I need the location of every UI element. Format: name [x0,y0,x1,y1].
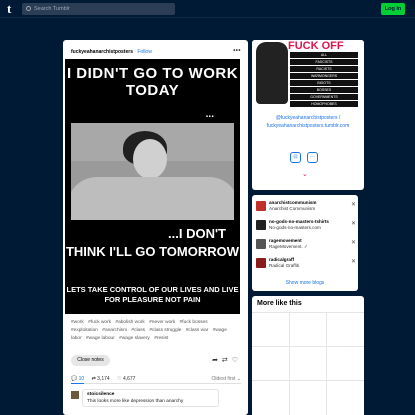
reply-bubble: stoicsilence This looks more like depres… [82,389,219,407]
tag-link[interactable]: #abolish work [115,320,144,325]
likes-count: 4,677 [122,376,136,382]
blog-title: No-gods-no-masters.com [269,225,321,230]
banner-line: RACISTS [290,66,358,72]
reblogs-count: 3,174 [97,376,110,382]
reblogs-tab[interactable]: ⇄ 3,174 [92,376,110,382]
poster-ellipsis: ... [205,109,214,120]
post-image[interactable]: I DIDN'T GO TO WORK TODAY ... ...I DON'T… [65,59,240,314]
post-actions: ➦ ⇄ ♡ [212,356,238,364]
more-options-icon[interactable]: ••• [233,47,241,55]
replies-tab[interactable]: 💬 10 [71,376,85,384]
divider [289,312,290,415]
reply-text: This looks more like depression than ana… [87,399,184,404]
list-item[interactable]: no-gods-no-masters-tshirts No-gods-no-ma… [256,219,356,233]
blog-handle-link[interactable]: @fuckyeahanarchistposters / [258,114,358,122]
banner-figure [256,42,288,104]
avatar[interactable] [71,391,79,399]
more-like-this: More like this [252,296,364,415]
tag-link[interactable]: #wage slavery [119,336,150,341]
bookmark-icon[interactable]: ⊡ [290,152,301,163]
search-icon [26,6,31,11]
close-icon[interactable]: ✕ [351,221,356,227]
divider [252,312,364,313]
blog-card: FUCK OFF ALL FASCISTS RACISTS WARMONGERS BIG… [252,40,364,190]
blog-title: Anarchist Communism [269,206,316,211]
banner-line: FASCISTS [290,59,358,65]
poster-line-tomorrow: THINK I'LL GO TOMORROW [65,244,240,259]
banner-line: HOMOPHOBES [290,101,358,107]
divider [252,346,364,347]
tag-link[interactable]: #exploitation [71,328,98,333]
banner-line: BOSSES [290,87,358,93]
tag-link[interactable]: #anarchism [102,328,127,333]
list-item[interactable]: ragemovement RageMovement. ✓ ✕ [256,238,356,252]
banner-line: BIGOTS [290,80,358,86]
search-input[interactable]: Search Tumblr [22,3,175,15]
replies-count: 10 [78,376,85,382]
tag-link[interactable]: #fuck bosses [180,320,208,325]
post-header: fuckyeahanarchistposters Follow ••• [71,48,241,56]
poster-line-lets: LETS TAKE CONTROL OF OUR LIVES AND LIVE … [66,285,239,304]
avatar [256,201,266,211]
top-nav: t Search Tumblr Log In [0,0,415,18]
list-item[interactable]: anarchistcommunism Anarchist Communism ✕ [256,200,356,214]
recommended-blogs: anarchistcommunism Anarchist Communism ✕… [252,195,358,291]
divider [252,380,364,381]
blog-title: Radical Graffiti [269,263,300,268]
share-icon[interactable]: ➦ [212,357,218,364]
face [133,139,167,179]
post-blogname[interactable]: fuckyeahanarchistposters [71,49,133,55]
like-icon[interactable]: ♡ [232,357,238,364]
search-placeholder: Search Tumblr [34,6,70,12]
show-more-blogs-link[interactable]: Show more blogs [252,280,358,286]
close-icon[interactable]: ✕ [351,240,356,246]
post-card: fuckyeahanarchistposters Follow ••• I DI… [63,40,248,415]
poster-line-dont: ...I DON'T [168,226,226,241]
close-notes-button[interactable]: Close notes [71,355,110,366]
tumblr-logo[interactable]: t [7,2,11,16]
reply-item: stoicsilence This looks more like depres… [71,389,241,407]
blog-title: RageMovement. ✓ [269,244,308,249]
tag-link[interactable]: #resist [154,336,168,341]
more-icon[interactable]: ⋯ [307,152,318,163]
more-like-title: More like this [257,300,302,307]
tag-link[interactable]: #class struggle [149,328,181,333]
banner-line: GOVERNMENTS [290,94,358,100]
poster-photo [71,123,234,220]
notes-stats: 💬 10 ⇄ 3,174 ♡ 4,677 Oldest first ⌄ [71,374,241,384]
banner-lines: ALL FASCISTS RACISTS WARMONGERS BIGOTS BOSSES… [290,52,358,108]
tag-link[interactable]: #work [71,320,84,325]
tag-link[interactable]: #wage labour [86,336,115,341]
reblog-icon[interactable]: ⇄ [222,357,228,364]
poster-headline: I DIDN'T GO TO WORK TODAY [66,65,239,99]
sort-dropdown[interactable]: Oldest first ⌄ [212,374,241,384]
avatar [256,239,266,249]
banner-line: ALL [290,52,358,58]
chevron-down-icon[interactable]: ⌄ [302,171,308,179]
close-icon[interactable]: ✕ [351,259,356,265]
tag-list: #work #fuck work #abolish work #never wo… [71,319,241,343]
avatar [256,258,266,268]
likes-tab[interactable]: ♡ 4,677 [117,376,135,382]
tag-link[interactable]: #never work [149,320,175,325]
bedsheet [71,177,234,220]
blog-links: @fuckyeahanarchistposters / fuckyeahanar… [258,114,358,130]
close-icon[interactable]: ✕ [351,202,356,208]
banner-line: WARMONGERS [290,73,358,79]
avatar [256,220,266,230]
blog-url-link[interactable]: fuckyeahanarchistposters.tumblr.com [258,122,358,130]
divider [326,312,327,415]
follow-button[interactable]: Follow [137,49,151,55]
login-button[interactable]: Log In [381,3,405,15]
tag-link[interactable]: #fuck work [88,320,111,325]
blog-banner: FUCK OFF ALL FASCISTS RACISTS WARMONGERS BIG… [252,40,364,112]
list-item[interactable]: radicalgraff Radical Graffiti ✕ [256,257,356,271]
banner-title: FUCK OFF [288,40,344,52]
tag-link[interactable]: #class war [186,328,209,333]
tag-link[interactable]: #class [131,328,145,333]
